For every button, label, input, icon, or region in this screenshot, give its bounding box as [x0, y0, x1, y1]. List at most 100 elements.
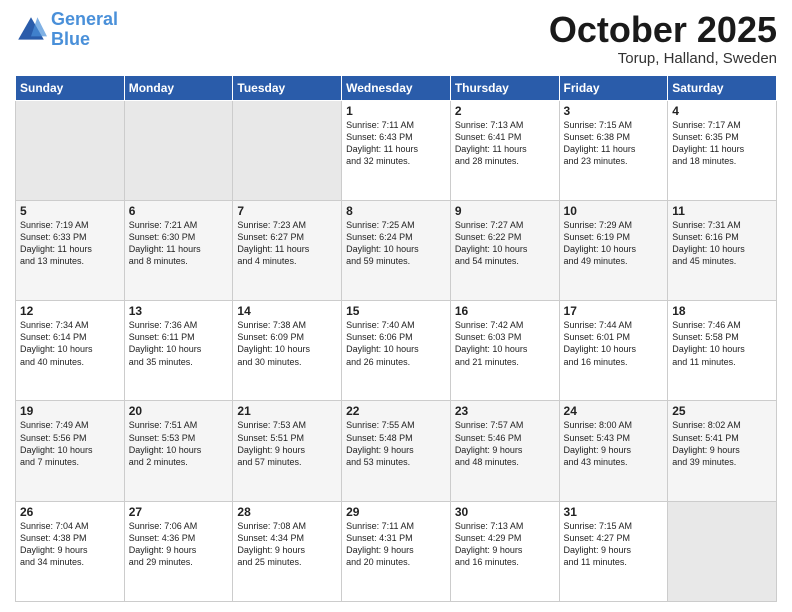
day-info: Sunrise: 7:04 AM Sunset: 4:38 PM Dayligh…: [20, 520, 120, 569]
day-cell-4-3: 29Sunrise: 7:11 AM Sunset: 4:31 PM Dayli…: [342, 501, 451, 601]
day-number: 24: [564, 404, 664, 418]
day-number: 14: [237, 304, 337, 318]
day-number: 7: [237, 204, 337, 218]
day-cell-2-5: 17Sunrise: 7:44 AM Sunset: 6:01 PM Dayli…: [559, 301, 668, 401]
logo-icon: [15, 14, 47, 46]
day-cell-3-5: 24Sunrise: 8:00 AM Sunset: 5:43 PM Dayli…: [559, 401, 668, 501]
day-cell-3-6: 25Sunrise: 8:02 AM Sunset: 5:41 PM Dayli…: [668, 401, 777, 501]
day-cell-4-2: 28Sunrise: 7:08 AM Sunset: 4:34 PM Dayli…: [233, 501, 342, 601]
header-thursday: Thursday: [450, 75, 559, 100]
day-number: 13: [129, 304, 229, 318]
day-info: Sunrise: 7:27 AM Sunset: 6:22 PM Dayligh…: [455, 219, 555, 268]
day-number: 10: [564, 204, 664, 218]
day-cell-0-5: 3Sunrise: 7:15 AM Sunset: 6:38 PM Daylig…: [559, 100, 668, 200]
day-number: 1: [346, 104, 446, 118]
day-number: 11: [672, 204, 772, 218]
week-row-3: 19Sunrise: 7:49 AM Sunset: 5:56 PM Dayli…: [16, 401, 777, 501]
day-info: Sunrise: 7:15 AM Sunset: 6:38 PM Dayligh…: [564, 119, 664, 168]
day-number: 16: [455, 304, 555, 318]
day-info: Sunrise: 7:51 AM Sunset: 5:53 PM Dayligh…: [129, 419, 229, 468]
day-info: Sunrise: 7:40 AM Sunset: 6:06 PM Dayligh…: [346, 319, 446, 368]
day-number: 20: [129, 404, 229, 418]
day-cell-3-0: 19Sunrise: 7:49 AM Sunset: 5:56 PM Dayli…: [16, 401, 125, 501]
day-number: 15: [346, 304, 446, 318]
day-cell-2-4: 16Sunrise: 7:42 AM Sunset: 6:03 PM Dayli…: [450, 301, 559, 401]
day-number: 26: [20, 505, 120, 519]
day-cell-3-1: 20Sunrise: 7:51 AM Sunset: 5:53 PM Dayli…: [124, 401, 233, 501]
day-number: 2: [455, 104, 555, 118]
day-number: 17: [564, 304, 664, 318]
day-info: Sunrise: 7:42 AM Sunset: 6:03 PM Dayligh…: [455, 319, 555, 368]
day-info: Sunrise: 7:19 AM Sunset: 6:33 PM Dayligh…: [20, 219, 120, 268]
day-cell-0-6: 4Sunrise: 7:17 AM Sunset: 6:35 PM Daylig…: [668, 100, 777, 200]
header-sunday: Sunday: [16, 75, 125, 100]
day-number: 27: [129, 505, 229, 519]
day-number: 25: [672, 404, 772, 418]
day-number: 28: [237, 505, 337, 519]
header-tuesday: Tuesday: [233, 75, 342, 100]
location: Torup, Halland, Sweden: [549, 50, 777, 67]
logo-text: General Blue: [51, 10, 118, 50]
logo-line1: General: [51, 9, 118, 29]
day-cell-4-0: 26Sunrise: 7:04 AM Sunset: 4:38 PM Dayli…: [16, 501, 125, 601]
day-number: 18: [672, 304, 772, 318]
day-info: Sunrise: 7:38 AM Sunset: 6:09 PM Dayligh…: [237, 319, 337, 368]
day-info: Sunrise: 7:46 AM Sunset: 5:58 PM Dayligh…: [672, 319, 772, 368]
day-cell-0-0: [16, 100, 125, 200]
day-cell-4-4: 30Sunrise: 7:13 AM Sunset: 4:29 PM Dayli…: [450, 501, 559, 601]
day-info: Sunrise: 8:00 AM Sunset: 5:43 PM Dayligh…: [564, 419, 664, 468]
logo: General Blue: [15, 10, 118, 50]
day-cell-3-2: 21Sunrise: 7:53 AM Sunset: 5:51 PM Dayli…: [233, 401, 342, 501]
day-number: 9: [455, 204, 555, 218]
day-info: Sunrise: 7:06 AM Sunset: 4:36 PM Dayligh…: [129, 520, 229, 569]
day-info: Sunrise: 7:11 AM Sunset: 6:43 PM Dayligh…: [346, 119, 446, 168]
day-info: Sunrise: 7:13 AM Sunset: 4:29 PM Dayligh…: [455, 520, 555, 569]
day-cell-3-3: 22Sunrise: 7:55 AM Sunset: 5:48 PM Dayli…: [342, 401, 451, 501]
day-info: Sunrise: 7:55 AM Sunset: 5:48 PM Dayligh…: [346, 419, 446, 468]
day-number: 6: [129, 204, 229, 218]
day-cell-1-5: 10Sunrise: 7:29 AM Sunset: 6:19 PM Dayli…: [559, 200, 668, 300]
day-number: 5: [20, 204, 120, 218]
day-cell-2-2: 14Sunrise: 7:38 AM Sunset: 6:09 PM Dayli…: [233, 301, 342, 401]
day-number: 4: [672, 104, 772, 118]
day-number: 12: [20, 304, 120, 318]
day-number: 22: [346, 404, 446, 418]
day-info: Sunrise: 7:17 AM Sunset: 6:35 PM Dayligh…: [672, 119, 772, 168]
day-info: Sunrise: 7:21 AM Sunset: 6:30 PM Dayligh…: [129, 219, 229, 268]
logo-line2: Blue: [51, 29, 90, 49]
day-info: Sunrise: 7:15 AM Sunset: 4:27 PM Dayligh…: [564, 520, 664, 569]
day-cell-1-1: 6Sunrise: 7:21 AM Sunset: 6:30 PM Daylig…: [124, 200, 233, 300]
day-info: Sunrise: 7:49 AM Sunset: 5:56 PM Dayligh…: [20, 419, 120, 468]
day-info: Sunrise: 8:02 AM Sunset: 5:41 PM Dayligh…: [672, 419, 772, 468]
day-cell-0-1: [124, 100, 233, 200]
day-cell-0-2: [233, 100, 342, 200]
day-cell-1-4: 9Sunrise: 7:27 AM Sunset: 6:22 PM Daylig…: [450, 200, 559, 300]
day-number: 3: [564, 104, 664, 118]
header-friday: Friday: [559, 75, 668, 100]
day-cell-2-3: 15Sunrise: 7:40 AM Sunset: 6:06 PM Dayli…: [342, 301, 451, 401]
day-number: 8: [346, 204, 446, 218]
page: General Blue October 2025 Torup, Halland…: [0, 0, 792, 612]
day-number: 31: [564, 505, 664, 519]
day-cell-4-6: [668, 501, 777, 601]
day-info: Sunrise: 7:13 AM Sunset: 6:41 PM Dayligh…: [455, 119, 555, 168]
day-number: 29: [346, 505, 446, 519]
day-number: 30: [455, 505, 555, 519]
day-cell-3-4: 23Sunrise: 7:57 AM Sunset: 5:46 PM Dayli…: [450, 401, 559, 501]
header-monday: Monday: [124, 75, 233, 100]
day-number: 19: [20, 404, 120, 418]
day-cell-1-6: 11Sunrise: 7:31 AM Sunset: 6:16 PM Dayli…: [668, 200, 777, 300]
day-cell-0-3: 1Sunrise: 7:11 AM Sunset: 6:43 PM Daylig…: [342, 100, 451, 200]
day-info: Sunrise: 7:31 AM Sunset: 6:16 PM Dayligh…: [672, 219, 772, 268]
day-cell-4-5: 31Sunrise: 7:15 AM Sunset: 4:27 PM Dayli…: [559, 501, 668, 601]
day-number: 23: [455, 404, 555, 418]
week-row-4: 26Sunrise: 7:04 AM Sunset: 4:38 PM Dayli…: [16, 501, 777, 601]
calendar-table: Sunday Monday Tuesday Wednesday Thursday…: [15, 75, 777, 602]
day-cell-4-1: 27Sunrise: 7:06 AM Sunset: 4:36 PM Dayli…: [124, 501, 233, 601]
week-row-2: 12Sunrise: 7:34 AM Sunset: 6:14 PM Dayli…: [16, 301, 777, 401]
day-info: Sunrise: 7:57 AM Sunset: 5:46 PM Dayligh…: [455, 419, 555, 468]
day-info: Sunrise: 7:29 AM Sunset: 6:19 PM Dayligh…: [564, 219, 664, 268]
day-info: Sunrise: 7:34 AM Sunset: 6:14 PM Dayligh…: [20, 319, 120, 368]
day-cell-2-6: 18Sunrise: 7:46 AM Sunset: 5:58 PM Dayli…: [668, 301, 777, 401]
header: General Blue October 2025 Torup, Halland…: [15, 10, 777, 67]
